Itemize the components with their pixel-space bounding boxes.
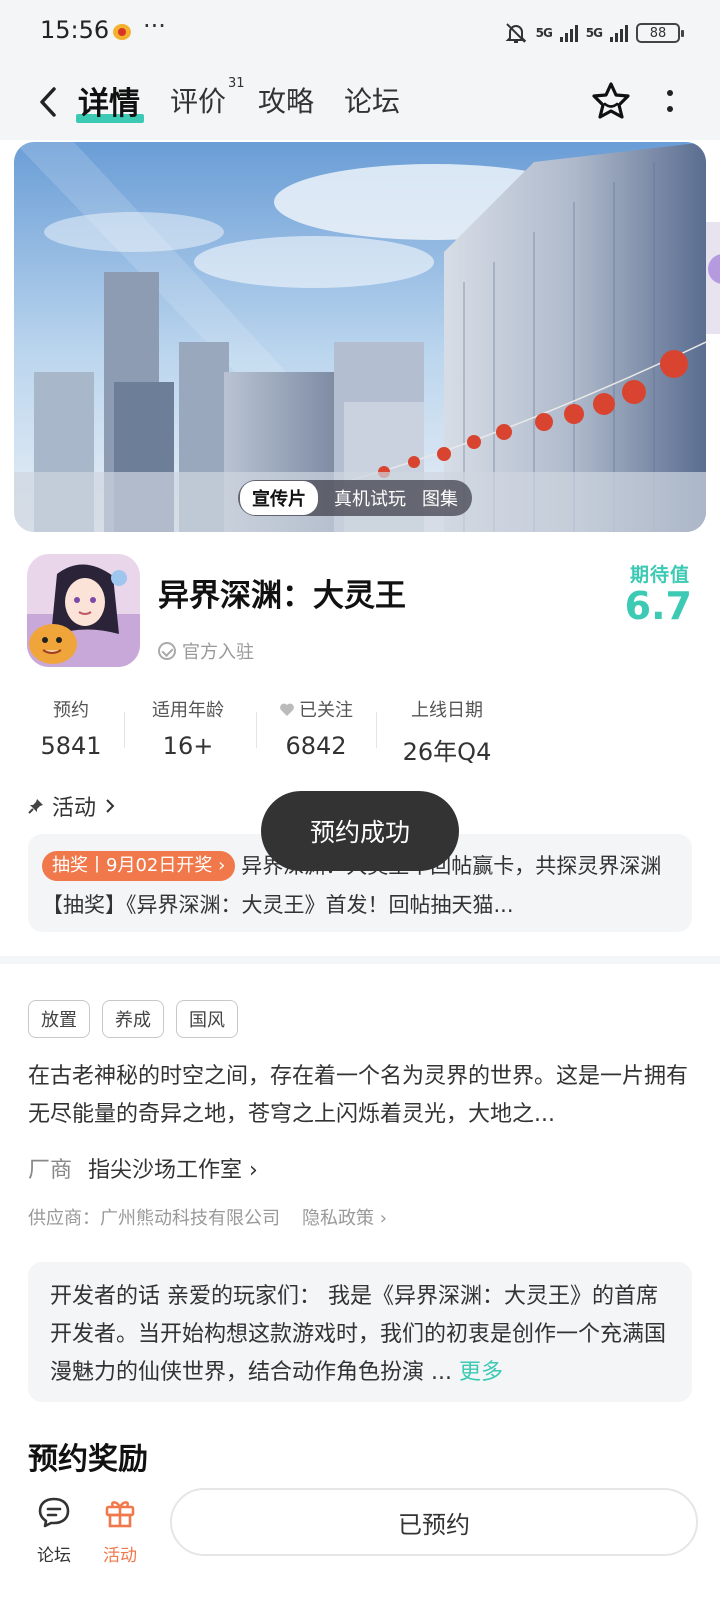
stat-followers[interactable]: 已关注 6842 — [273, 696, 359, 760]
stat-reservations: 预约 5841 — [27, 696, 115, 760]
stat-divider — [256, 712, 257, 748]
supplier-text: 供应商：广州熊动科技有限公司 — [28, 1208, 280, 1229]
reviews-count-badge: 31 — [228, 76, 245, 91]
media-tab-trailer[interactable]: 宣传片 — [240, 481, 318, 515]
vendor-label: 厂商 — [28, 1158, 73, 1183]
media-tab-gallery[interactable]: 图集 — [422, 485, 458, 511]
hero-cityscape-image — [14, 142, 706, 532]
section-divider — [0, 956, 720, 964]
tab-forum[interactable]: 论坛 — [344, 80, 400, 120]
more-link[interactable]: 更多 — [459, 1360, 503, 1385]
back-arrow-icon[interactable] — [34, 84, 64, 120]
stat-label: 预约 — [53, 700, 89, 721]
chevron-right-icon — [106, 799, 115, 813]
more-notifications-icon: ··· — [143, 12, 166, 40]
game-title: 异界深渊：大灵王 — [158, 578, 406, 614]
stat-label: 已关注 — [299, 700, 353, 721]
top-nav: 详情 评价 31 攻略 论坛 — [0, 66, 720, 140]
tab-guides[interactable]: 攻略 — [258, 80, 314, 120]
stat-label: 上线日期 — [411, 700, 483, 721]
signal-bars-icon — [610, 24, 628, 42]
heart-icon — [280, 703, 294, 716]
pin-icon — [28, 799, 43, 814]
tag[interactable]: 放置 — [28, 1000, 90, 1038]
bottom-action-bar: 论坛 活动 已预约 — [0, 1484, 720, 1600]
game-app-icon — [27, 554, 140, 667]
tab-details[interactable]: 详情 — [78, 78, 140, 123]
bottom-forum-button[interactable]: 论坛 — [26, 1494, 82, 1566]
stat-label: 适用年龄 — [152, 700, 224, 721]
lottery-badge[interactable]: 抽奖丨9月02日开奖 › — [42, 851, 236, 881]
official-verified: 官方入驻 — [158, 638, 254, 664]
signal-bars-icon — [559, 24, 578, 42]
developer-note-text: 开发者的话 亲爱的玩家们： 我是《异界深渊：大灵王》的首席开发者。当开始构想这款… — [50, 1284, 667, 1385]
tab-reviews[interactable]: 评价 — [170, 80, 226, 120]
tag[interactable]: 养成 — [102, 1000, 164, 1038]
weibo-notification-icon — [113, 24, 131, 40]
star-favorite-icon[interactable] — [590, 80, 632, 122]
activity-label: 活动 — [103, 1546, 137, 1566]
reservation-rewards-title: 预约奖励 — [28, 1442, 148, 1477]
reserved-button[interactable]: 已预约 — [170, 1488, 698, 1556]
stat-divider — [124, 712, 125, 748]
signal-label-2: 5G — [585, 26, 603, 40]
stat-value: 16+ — [162, 732, 214, 760]
genre-tags: 放置 养成 国风 — [28, 1000, 238, 1038]
expectation-score: 6.7 — [624, 584, 692, 628]
more-menu-icon[interactable] — [662, 86, 678, 118]
media-tab-gameplay[interactable]: 真机试玩 — [334, 485, 406, 511]
developer-note-card[interactable]: 开发者的话 亲爱的玩家们： 我是《异界深渊：大灵王》的首席开发者。当开始构想这款… — [28, 1262, 692, 1402]
mute-bell-icon — [505, 23, 527, 43]
stat-value: 5841 — [40, 732, 102, 760]
activity-section-header[interactable]: 活动 — [28, 790, 116, 822]
activity-header-label: 活动 — [52, 796, 97, 821]
expectation-label: 期待值 — [629, 564, 690, 586]
hero-video-banner[interactable] — [14, 142, 706, 532]
battery-icon: 88 — [636, 23, 684, 43]
stat-divider — [376, 712, 377, 748]
privacy-policy-link[interactable]: 隐私政策 › — [302, 1204, 387, 1230]
toast-reservation-success: 预约成功 — [261, 791, 459, 871]
stat-value: 6842 — [285, 732, 347, 760]
supplier-row: 供应商：广州熊动科技有限公司 隐私政策 › — [28, 1204, 387, 1230]
bottom-activity-button[interactable]: 活动 — [92, 1494, 148, 1566]
status-indicators: 5G 5G 88 — [504, 18, 684, 48]
vendor-name[interactable]: 指尖沙场工作室 › — [88, 1152, 258, 1184]
stat-release-date: 上线日期 26年Q4 — [399, 696, 495, 767]
gift-icon — [105, 1501, 135, 1528]
verified-check-icon — [158, 642, 176, 660]
status-time: 15:56 — [40, 16, 110, 44]
stat-value: 26年Q4 — [402, 738, 492, 766]
game-stats: 预约 5841 适用年龄 16+ 已关注 6842 上线日期 26年Q4 — [27, 696, 527, 766]
tag[interactable]: 国风 — [176, 1000, 238, 1038]
signal-label-1: 5G — [535, 26, 553, 40]
vendor-row[interactable]: 厂商 指尖沙场工作室 › — [28, 1152, 258, 1184]
status-bar: 15:56 ··· 5G 5G 88 — [0, 0, 720, 66]
game-description[interactable]: 在古老神秘的时空之间，存在着一个名为灵界的世界。这是一片拥有无尽能量的奇异之地，… — [28, 1058, 692, 1134]
forum-label: 论坛 — [37, 1546, 71, 1566]
stat-age-rating: 适用年龄 16+ — [143, 696, 233, 760]
hero-media-tabs: 宣传片 真机试玩 图集 — [238, 480, 472, 516]
forum-chat-icon — [38, 1497, 70, 1528]
verified-label: 官方入驻 — [182, 642, 254, 663]
